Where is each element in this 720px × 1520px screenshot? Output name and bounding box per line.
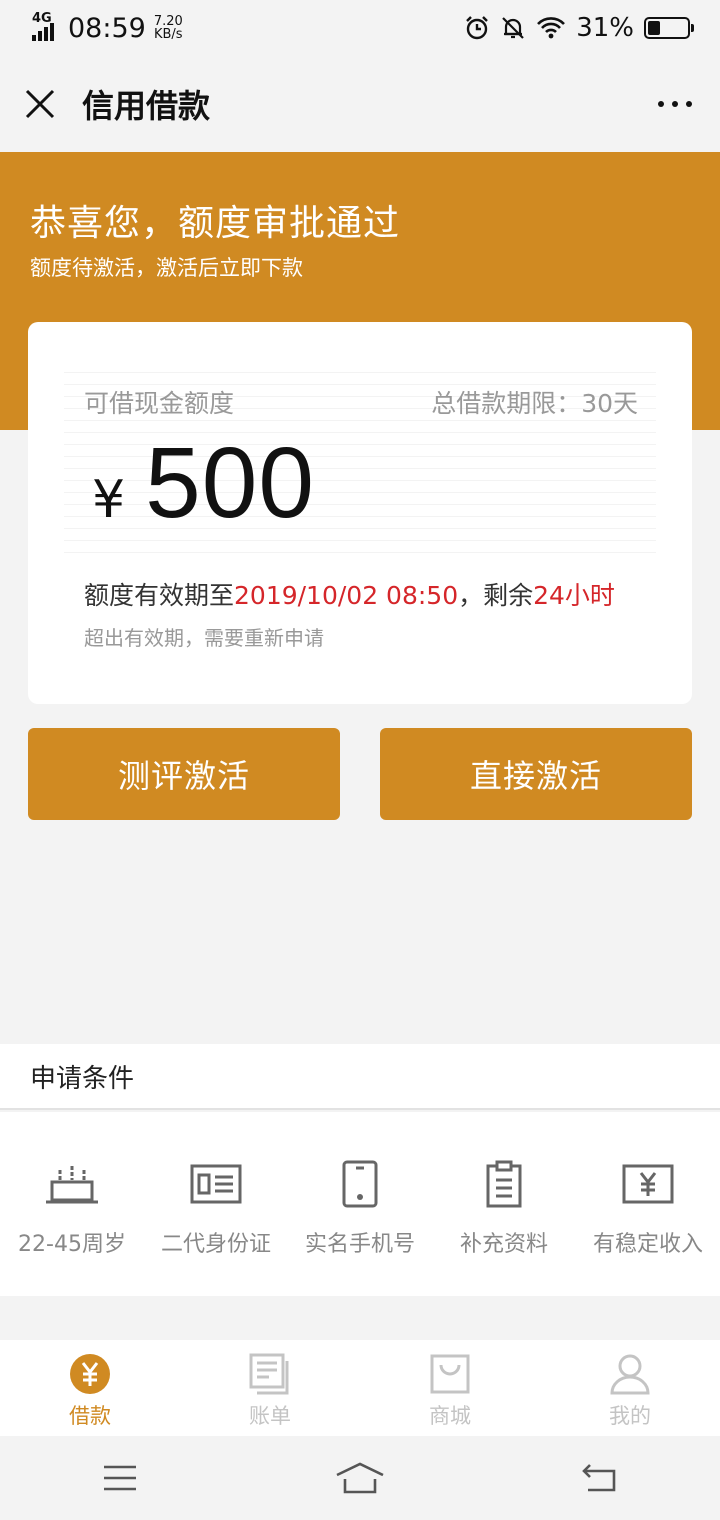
cake-icon bbox=[46, 1166, 98, 1204]
condition-item-documents: 补充资料 bbox=[432, 1112, 576, 1296]
tab-label: 账单 bbox=[249, 1404, 291, 1428]
id-card-icon bbox=[190, 1164, 242, 1204]
wifi-icon bbox=[537, 17, 566, 39]
condition-item-age: 22-45周岁 bbox=[0, 1112, 144, 1296]
more-button[interactable] bbox=[630, 56, 720, 152]
credit-limit-card: 可借现金额度 总借款期限：30天 ¥ 500 额度有效期至2019/10/02 … bbox=[28, 322, 692, 704]
tab-mine[interactable]: 我的 bbox=[540, 1340, 720, 1436]
nav-bar: 信用借款 bbox=[0, 56, 720, 152]
validity-remaining: 24小时 bbox=[533, 581, 615, 610]
more-dot-icon bbox=[672, 101, 678, 107]
condition-label: 22-45周岁 bbox=[18, 1232, 126, 1257]
more-dot-icon bbox=[658, 101, 664, 107]
tab-label: 我的 bbox=[609, 1404, 651, 1428]
condition-label: 补充资料 bbox=[459, 1232, 548, 1257]
network-speed: 7.20 KB/s bbox=[154, 15, 183, 41]
bottom-tab-bar: 借款 账单 商城 我的 bbox=[0, 1340, 720, 1436]
bill-icon bbox=[249, 1353, 289, 1395]
condition-label: 二代身份证 bbox=[160, 1232, 271, 1257]
status-time: 08:59 bbox=[68, 12, 146, 44]
condition-item-id-card: 二代身份证 bbox=[144, 1112, 288, 1296]
page-title: 信用借款 bbox=[82, 87, 211, 125]
battery-icon bbox=[644, 17, 694, 39]
condition-item-phone: 实名手机号 bbox=[288, 1112, 432, 1296]
tab-label: 商城 bbox=[429, 1404, 471, 1428]
amount-row: ¥ 500 bbox=[92, 426, 315, 541]
system-home-button[interactable] bbox=[240, 1436, 480, 1520]
validity-date: 2019/10/02 08:50 bbox=[234, 581, 459, 610]
phone-icon bbox=[342, 1160, 378, 1208]
tab-bills[interactable]: 账单 bbox=[180, 1340, 360, 1436]
credit-amount: 500 bbox=[145, 427, 315, 539]
close-icon bbox=[25, 89, 55, 119]
clipboard-icon bbox=[486, 1160, 522, 1208]
system-back-button[interactable] bbox=[480, 1436, 720, 1520]
tab-mall[interactable]: 商城 bbox=[360, 1340, 540, 1436]
condition-item-income: 有稳定收入 bbox=[576, 1112, 720, 1296]
menu-icon bbox=[104, 1465, 136, 1491]
shopping-bag-icon bbox=[430, 1354, 470, 1394]
mute-bell-icon bbox=[502, 17, 524, 39]
loan-term: 总借款期限：30天 bbox=[431, 389, 638, 418]
back-icon bbox=[582, 1464, 616, 1492]
alarm-icon bbox=[466, 16, 489, 40]
system-menu-button[interactable] bbox=[0, 1436, 240, 1520]
close-button[interactable] bbox=[0, 56, 80, 152]
tab-loan[interactable]: 借款 bbox=[0, 1340, 180, 1436]
status-bar-right: 31% bbox=[464, 13, 694, 43]
battery-percent: 31% bbox=[576, 13, 634, 43]
yuan-coin-icon bbox=[70, 1354, 110, 1394]
direct-activate-button[interactable]: 直接激活 bbox=[380, 728, 692, 820]
currency-symbol: ¥ bbox=[92, 470, 126, 530]
banner-title: 恭喜您，额度审批通过 bbox=[30, 203, 401, 244]
cellular-signal-icon: 4G bbox=[30, 11, 60, 43]
status-bar: 4G 08:59 7.20 KB/s 31% bbox=[0, 0, 720, 56]
credit-limit-label: 可借现金额度 bbox=[84, 389, 235, 418]
validity-note: 超出有效期，需要重新申请 bbox=[84, 626, 324, 650]
banknote-icon bbox=[622, 1164, 674, 1204]
conditions-header: 申请条件 bbox=[0, 1044, 720, 1110]
conditions-title: 申请条件 bbox=[30, 1063, 135, 1094]
more-dot-icon bbox=[686, 101, 692, 107]
validity-prefix: 额度有效期至 bbox=[84, 581, 235, 610]
home-icon bbox=[336, 1462, 384, 1494]
tab-label: 借款 bbox=[69, 1404, 111, 1428]
condition-label: 实名手机号 bbox=[304, 1232, 415, 1257]
validity-mid: ，剩余 bbox=[458, 581, 534, 610]
evaluate-activate-button[interactable]: 测评激活 bbox=[28, 728, 340, 820]
conditions-grid: 22-45周岁 二代身份证 实名手机号 补充资料 有稳定收入 bbox=[0, 1112, 720, 1296]
network-speed-unit: KB/s bbox=[153, 27, 183, 42]
condition-label: 有稳定收入 bbox=[592, 1232, 703, 1257]
status-bar-left: 4G 08:59 7.20 KB/s bbox=[30, 11, 183, 44]
battery-fill bbox=[648, 21, 660, 35]
user-icon bbox=[610, 1354, 650, 1395]
banner-subtitle: 额度待激活，激活后立即下款 bbox=[30, 256, 303, 280]
validity-line: 额度有效期至2019/10/02 08:50，剩余24小时 bbox=[84, 576, 615, 612]
system-nav-bar bbox=[0, 1436, 720, 1520]
